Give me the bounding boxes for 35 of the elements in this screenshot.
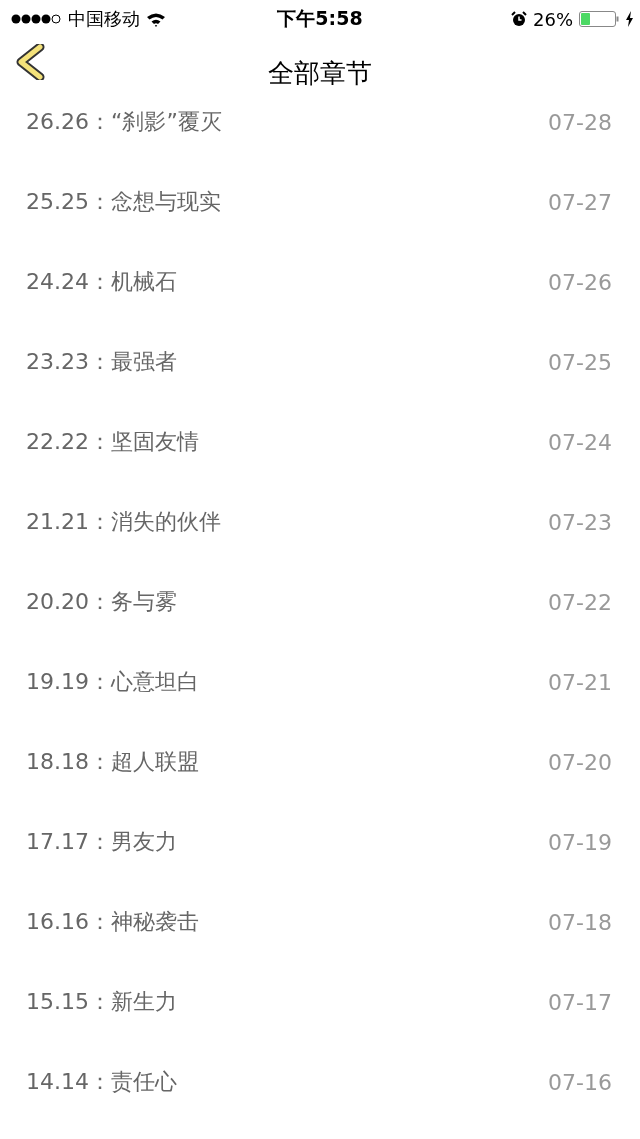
back-chevron-icon[interactable] [14,44,46,80]
chapter-date: 07-28 [548,109,612,135]
chapter-date: 07-25 [548,349,612,375]
status-time: 下午5:58 [277,6,363,31]
chapter-date: 07-21 [548,669,612,695]
chapter-item[interactable]: 14.14：责任心 07-16 [0,1042,640,1122]
alarm-clock-icon [511,11,527,27]
chapter-item[interactable]: 15.15：新生力 07-17 [0,962,640,1042]
chapter-item[interactable]: 25.25：念想与现实 07-27 [0,162,640,242]
chapter-date: 07-16 [548,1069,612,1095]
chapter-date: 07-18 [548,909,612,935]
chapter-item[interactable]: 23.23：最强者 07-25 [0,322,640,402]
chapter-item[interactable]: 16.16：神秘袭击 07-18 [0,882,640,962]
battery-percentage: 26% [533,8,573,30]
chapter-date: 07-19 [548,829,612,855]
wifi-icon [146,11,166,27]
chapter-item[interactable]: 18.18：超人联盟 07-20 [0,722,640,802]
battery-icon [579,11,619,27]
carrier-name: 中国移动 [68,7,140,31]
chapter-date: 07-17 [548,989,612,1015]
chapter-item[interactable]: 22.22：坚固友情 07-24 [0,402,640,482]
chapter-item[interactable]: 24.24：机械石 07-26 [0,242,640,322]
page-title: 全部章节 [268,57,372,90]
chapter-item[interactable]: 20.20：务与雾 07-22 [0,562,640,642]
chapter-item[interactable]: 17.17：男友力 07-19 [0,802,640,882]
signal-icon [10,13,62,25]
charging-bolt-icon [625,11,634,27]
chapter-date: 07-26 [548,269,612,295]
chapter-item[interactable]: 19.19：心意坦白 07-21 [0,642,640,722]
chapter-date: 07-23 [548,509,612,535]
chapter-date: 07-20 [548,749,612,775]
chapter-date: 07-27 [548,189,612,215]
chapter-item[interactable]: 21.21：消失的伙伴 07-23 [0,482,640,562]
chapter-date: 07-24 [548,429,612,455]
chapter-date: 07-22 [548,589,612,615]
